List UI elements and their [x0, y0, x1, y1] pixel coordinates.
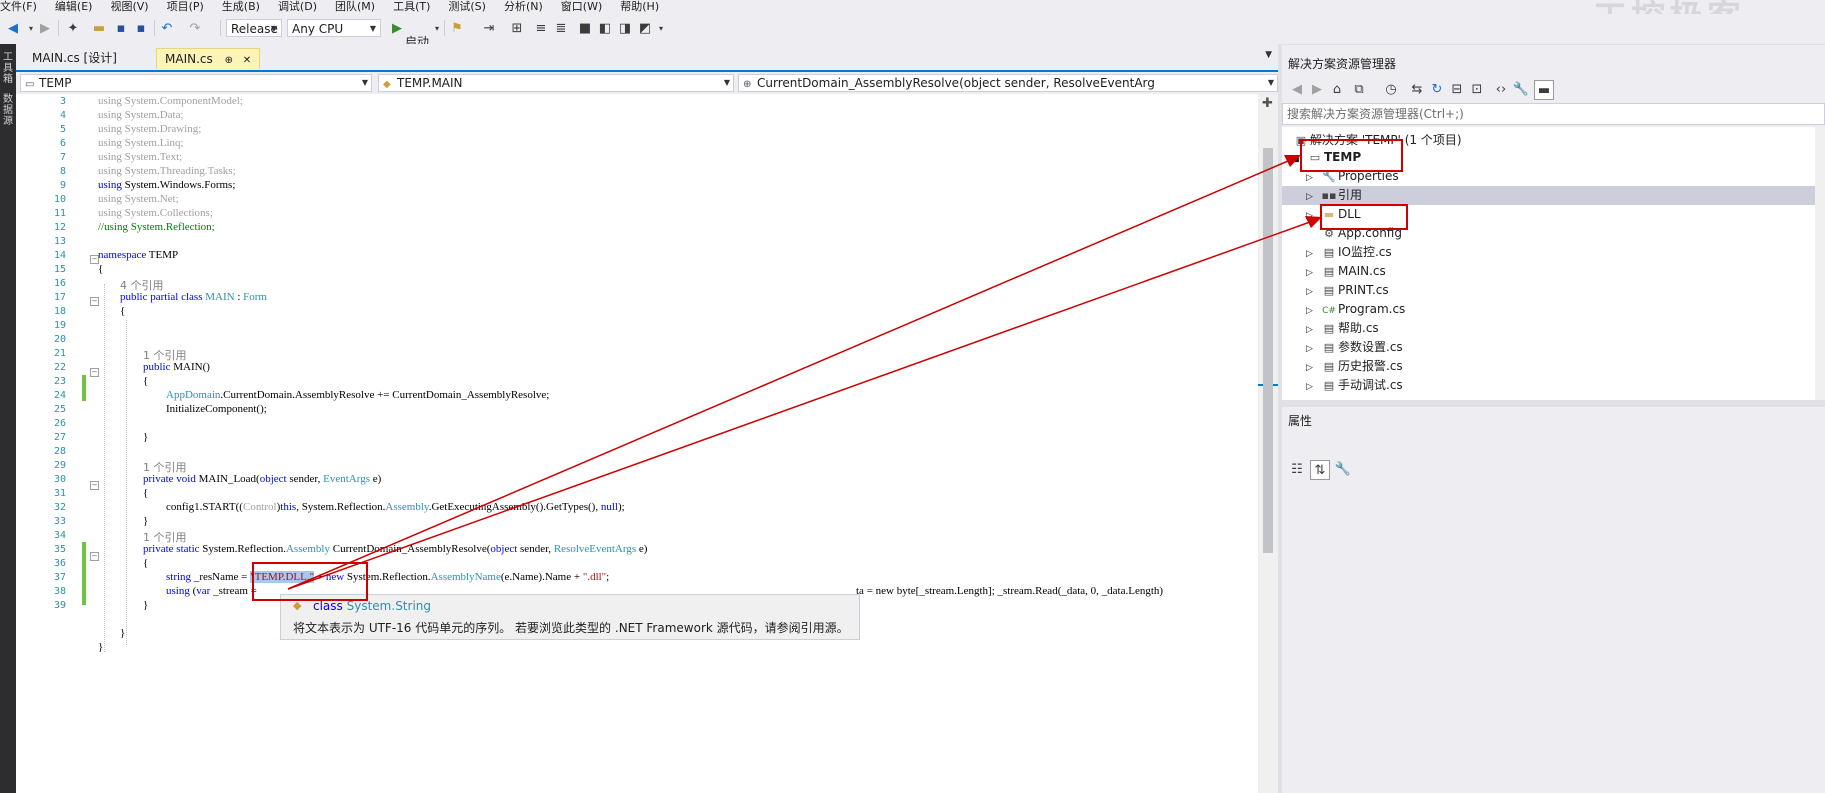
- annotation-box-dll-folder: [1320, 204, 1408, 230]
- annotation-arrow-line: [287, 160, 1289, 590]
- annotation-box-project: [1300, 139, 1403, 172]
- annotation-overlay: [252, 139, 1408, 601]
- annotation-arrow-line: [287, 221, 1311, 590]
- annotation-arrowhead: [1305, 216, 1322, 228]
